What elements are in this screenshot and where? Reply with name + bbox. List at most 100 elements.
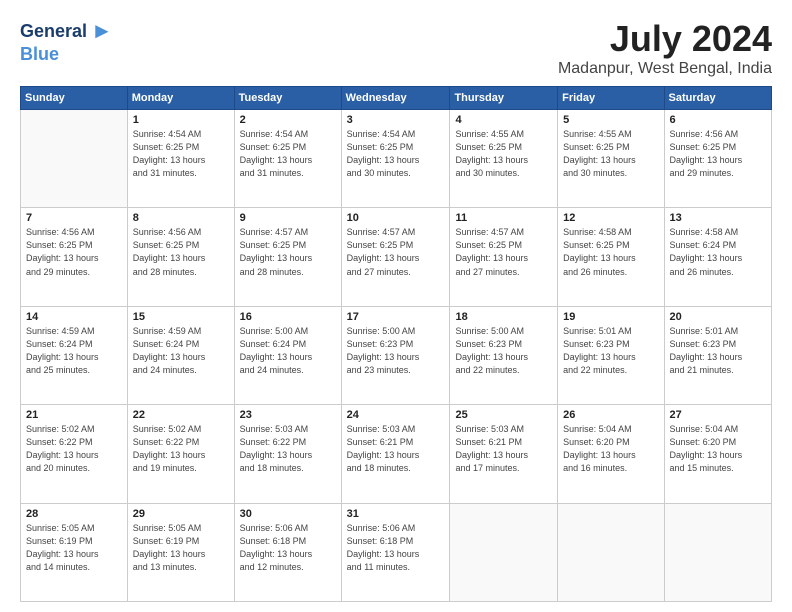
day-number: 15 bbox=[133, 311, 229, 323]
table-row bbox=[664, 503, 771, 601]
day-number: 26 bbox=[563, 409, 658, 421]
day-number: 31 bbox=[347, 508, 445, 520]
calendar-week-row: 21 Sunrise: 5:02 AMSunset: 6:22 PMDayligh… bbox=[21, 405, 772, 503]
day-number: 17 bbox=[347, 311, 445, 323]
calendar-week-row: 1Sunrise: 4:54 AMSunset: 6:25 PMDaylight… bbox=[21, 110, 772, 208]
table-row: 7 Sunrise: 4:56 AMSunset: 6:25 PMDaylight… bbox=[21, 208, 128, 306]
day-info: Sunrise: 4:58 AMSunset: 6:24 PMDaylight:… bbox=[670, 226, 766, 278]
day-number: 8 bbox=[133, 212, 229, 224]
table-row: 1Sunrise: 4:54 AMSunset: 6:25 PMDaylight… bbox=[127, 110, 234, 208]
calendar-week-row: 28Sunrise: 5:05 AMSunset: 6:19 PMDayligh… bbox=[21, 503, 772, 601]
col-sunday: Sunday bbox=[21, 87, 128, 110]
table-row: 27Sunrise: 5:04 AMSunset: 6:20 PMDayligh… bbox=[664, 405, 771, 503]
day-info: Sunrise: 5:00 AMSunset: 6:23 PMDaylight:… bbox=[347, 325, 445, 377]
day-info: Sunrise: 5:01 AMSunset: 6:23 PMDaylight:… bbox=[563, 325, 658, 377]
title-block: July 2024 Madanpur, West Bengal, India bbox=[558, 18, 772, 78]
day-info: Sunrise: 5:01 AMSunset: 6:23 PMDaylight:… bbox=[670, 325, 766, 377]
table-row: 3 Sunrise: 4:54 AMSunset: 6:25 PMDaylight… bbox=[341, 110, 450, 208]
day-info: Sunrise: 5:05 AMSunset: 6:19 PMDaylight:… bbox=[26, 522, 122, 574]
day-info: Sunrise: 4:56 AMSunset: 6:25 PMDaylight:… bbox=[670, 128, 766, 180]
day-number: 29 bbox=[133, 508, 229, 520]
table-row: 24Sunrise: 5:03 AMSunset: 6:21 PMDayligh… bbox=[341, 405, 450, 503]
day-info: Sunrise: 5:03 AMSunset: 6:22 PMDaylight:… bbox=[240, 423, 336, 475]
day-info: Sunrise: 4:55 AMSunset: 6:25 PMDaylight:… bbox=[455, 128, 552, 180]
day-number: 2 bbox=[240, 114, 336, 126]
day-number: 21 bbox=[26, 409, 122, 421]
day-info: Sunrise: 5:04 AMSunset: 6:20 PMDaylight:… bbox=[563, 423, 658, 475]
table-row: 17 Sunrise: 5:00 AMSunset: 6:23 PMDayligh… bbox=[341, 306, 450, 404]
day-info: Sunrise: 4:59 AMSunset: 6:24 PMDaylight:… bbox=[26, 325, 122, 377]
page: General ► Blue July 2024 Madanpur, West … bbox=[0, 0, 792, 612]
table-row: 8 Sunrise: 4:56 AMSunset: 6:25 PMDaylight… bbox=[127, 208, 234, 306]
table-row: 20 Sunrise: 5:01 AMSunset: 6:23 PMDayligh… bbox=[664, 306, 771, 404]
table-row: 29 Sunrise: 5:05 AMSunset: 6:19 PMDayligh… bbox=[127, 503, 234, 601]
table-row: 18Sunrise: 5:00 AMSunset: 6:23 PMDayligh… bbox=[450, 306, 558, 404]
day-number: 27 bbox=[670, 409, 766, 421]
table-row: 30Sunrise: 5:06 AMSunset: 6:18 PMDayligh… bbox=[234, 503, 341, 601]
table-row bbox=[21, 110, 128, 208]
day-number: 16 bbox=[240, 311, 336, 323]
col-thursday: Thursday bbox=[450, 87, 558, 110]
day-info: Sunrise: 4:55 AMSunset: 6:25 PMDaylight:… bbox=[563, 128, 658, 180]
day-number: 10 bbox=[347, 212, 445, 224]
day-number: 22 bbox=[133, 409, 229, 421]
calendar-week-row: 7 Sunrise: 4:56 AMSunset: 6:25 PMDaylight… bbox=[21, 208, 772, 306]
day-info: Sunrise: 4:57 AMSunset: 6:25 PMDaylight:… bbox=[240, 226, 336, 278]
day-number: 11 bbox=[455, 212, 552, 224]
table-row: 25Sunrise: 5:03 AMSunset: 6:21 PMDayligh… bbox=[450, 405, 558, 503]
table-row: 16 Sunrise: 5:00 AMSunset: 6:24 PMDayligh… bbox=[234, 306, 341, 404]
table-row: 23 Sunrise: 5:03 AMSunset: 6:22 PMDayligh… bbox=[234, 405, 341, 503]
table-row: 2Sunrise: 4:54 AMSunset: 6:25 PMDaylight… bbox=[234, 110, 341, 208]
logo-blue: Blue bbox=[20, 44, 59, 64]
logo-arrow-icon: ► bbox=[91, 18, 113, 44]
day-number: 7 bbox=[26, 212, 122, 224]
day-info: Sunrise: 4:56 AMSunset: 6:25 PMDaylight:… bbox=[133, 226, 229, 278]
day-number: 6 bbox=[670, 114, 766, 126]
day-number: 20 bbox=[670, 311, 766, 323]
day-number: 12 bbox=[563, 212, 658, 224]
table-row: 9Sunrise: 4:57 AMSunset: 6:25 PMDaylight… bbox=[234, 208, 341, 306]
day-number: 23 bbox=[240, 409, 336, 421]
day-info: Sunrise: 5:02 AMSunset: 6:22 PMDaylight:… bbox=[133, 423, 229, 475]
logo-general: General bbox=[20, 21, 87, 42]
table-row: 12 Sunrise: 4:58 AMSunset: 6:25 PMDayligh… bbox=[558, 208, 664, 306]
table-row: 26 Sunrise: 5:04 AMSunset: 6:20 PMDayligh… bbox=[558, 405, 664, 503]
day-info: Sunrise: 4:59 AMSunset: 6:24 PMDaylight:… bbox=[133, 325, 229, 377]
col-friday: Friday bbox=[558, 87, 664, 110]
day-number: 19 bbox=[563, 311, 658, 323]
day-number: 4 bbox=[455, 114, 552, 126]
table-row bbox=[558, 503, 664, 601]
day-info: Sunrise: 4:54 AMSunset: 6:25 PMDaylight:… bbox=[133, 128, 229, 180]
day-number: 5 bbox=[563, 114, 658, 126]
table-row: 5 Sunrise: 4:55 AMSunset: 6:25 PMDaylight… bbox=[558, 110, 664, 208]
header: General ► Blue July 2024 Madanpur, West … bbox=[20, 18, 772, 78]
table-row bbox=[450, 503, 558, 601]
day-info: Sunrise: 4:54 AMSunset: 6:25 PMDaylight:… bbox=[347, 128, 445, 180]
col-wednesday: Wednesday bbox=[341, 87, 450, 110]
table-row: 10 Sunrise: 4:57 AMSunset: 6:25 PMDayligh… bbox=[341, 208, 450, 306]
col-monday: Monday bbox=[127, 87, 234, 110]
day-info: Sunrise: 4:57 AMSunset: 6:25 PMDaylight:… bbox=[347, 226, 445, 278]
calendar-header-row: Sunday Monday Tuesday Wednesday Thursday… bbox=[21, 87, 772, 110]
table-row: 22 Sunrise: 5:02 AMSunset: 6:22 PMDayligh… bbox=[127, 405, 234, 503]
day-number: 30 bbox=[240, 508, 336, 520]
day-number: 25 bbox=[455, 409, 552, 421]
day-info: Sunrise: 5:00 AMSunset: 6:24 PMDaylight:… bbox=[240, 325, 336, 377]
day-info: Sunrise: 5:05 AMSunset: 6:19 PMDaylight:… bbox=[133, 522, 229, 574]
col-saturday: Saturday bbox=[664, 87, 771, 110]
day-info: Sunrise: 5:00 AMSunset: 6:23 PMDaylight:… bbox=[455, 325, 552, 377]
table-row: 6 Sunrise: 4:56 AMSunset: 6:25 PMDaylight… bbox=[664, 110, 771, 208]
day-number: 13 bbox=[670, 212, 766, 224]
day-info: Sunrise: 4:57 AMSunset: 6:25 PMDaylight:… bbox=[455, 226, 552, 278]
day-info: Sunrise: 4:56 AMSunset: 6:25 PMDaylight:… bbox=[26, 226, 122, 278]
day-info: Sunrise: 4:58 AMSunset: 6:25 PMDaylight:… bbox=[563, 226, 658, 278]
day-number: 24 bbox=[347, 409, 445, 421]
table-row: 14Sunrise: 4:59 AMSunset: 6:24 PMDayligh… bbox=[21, 306, 128, 404]
table-row: 21Sunrise: 5:02 AMSunset: 6:22 PMDayligh… bbox=[21, 405, 128, 503]
table-row: 31 Sunrise: 5:06 AMSunset: 6:18 PMDayligh… bbox=[341, 503, 450, 601]
col-tuesday: Tuesday bbox=[234, 87, 341, 110]
page-title: July 2024 bbox=[558, 18, 772, 60]
day-number: 3 bbox=[347, 114, 445, 126]
day-info: Sunrise: 5:06 AMSunset: 6:18 PMDaylight:… bbox=[347, 522, 445, 574]
calendar-table: Sunday Monday Tuesday Wednesday Thursday… bbox=[20, 86, 772, 602]
